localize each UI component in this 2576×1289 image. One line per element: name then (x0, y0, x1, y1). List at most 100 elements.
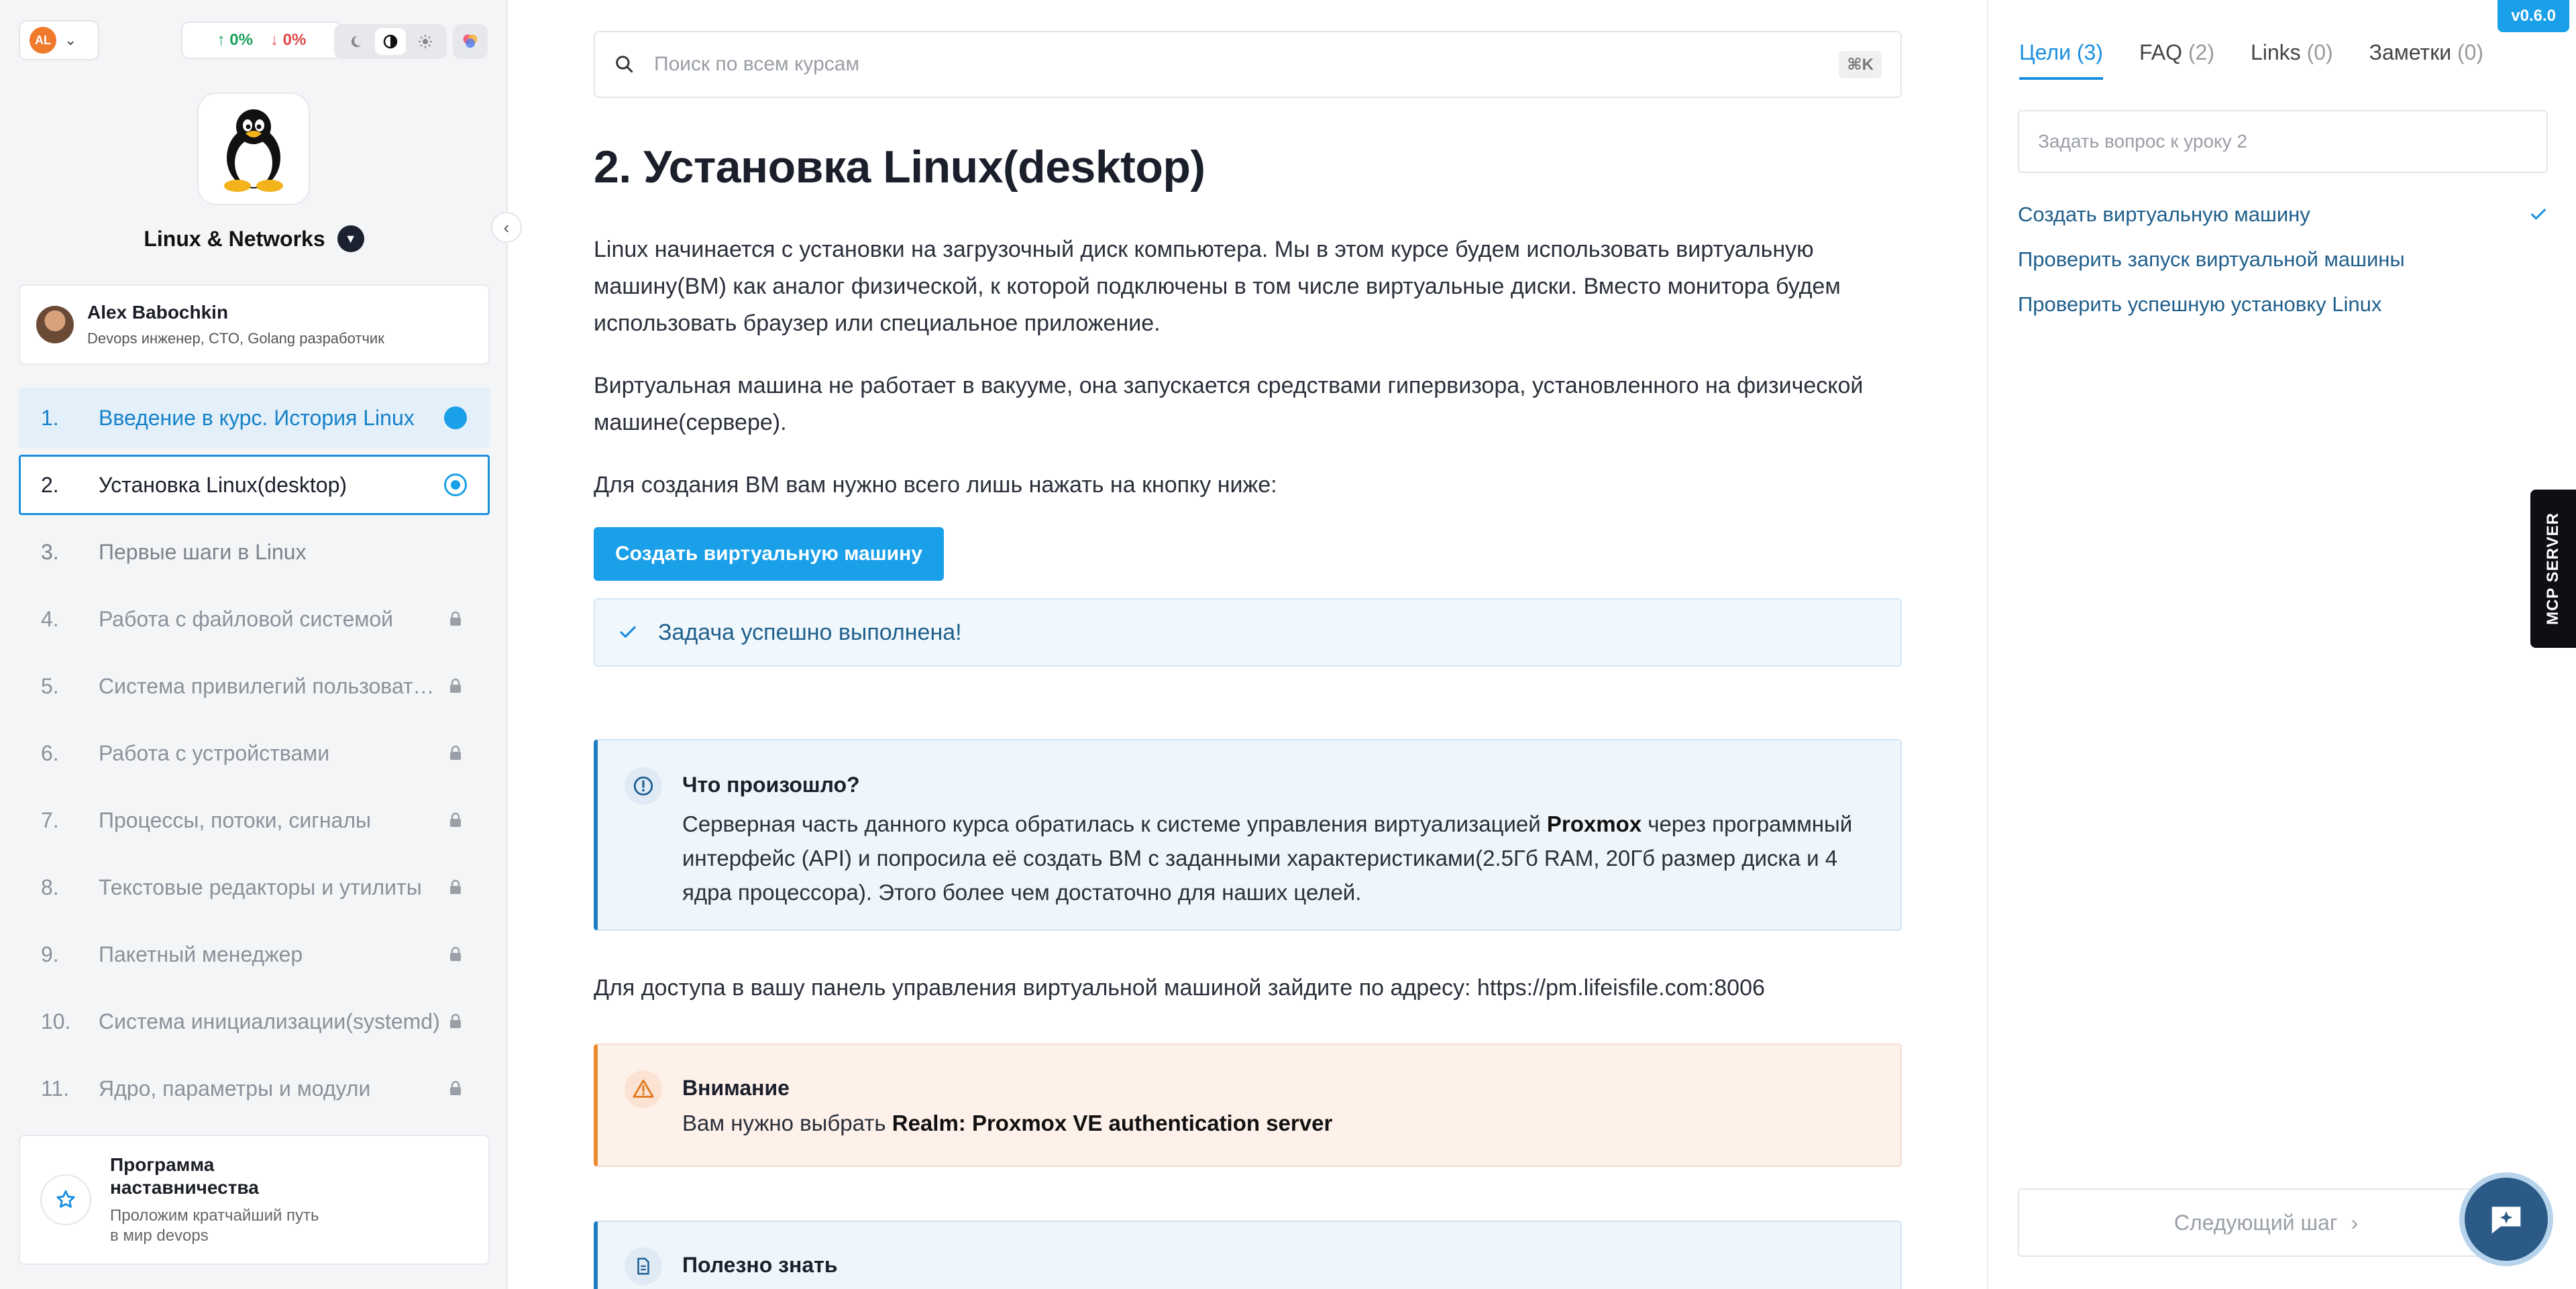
lesson-number: 6. (41, 740, 59, 765)
lesson-title: Система привилегий пользовате… (99, 673, 442, 698)
contrast-icon[interactable] (375, 28, 406, 55)
paragraph-intro: Linux начинается с установки на загрузоч… (594, 237, 1841, 336)
author-card[interactable]: Alex Babochkin Devops инженер, CTO, Gola… (19, 284, 490, 365)
goals-list: Создать виртуальную машину Проверить запу… (2018, 192, 2548, 327)
lesson-side-panel: v0.6.0 Цели (3) FAQ (2) Links (0) Заметки (… (1987, 0, 2576, 1289)
chevron-down-icon[interactable]: ▼ (337, 225, 364, 252)
lesson-number: 10. (41, 1009, 71, 1033)
stat-down: ↓ 0% (270, 31, 307, 49)
mcp-server-label: MCP SERVER (2544, 512, 2563, 625)
warning-body-text: Вам нужно выбрать (682, 1111, 892, 1135)
lesson-number: 8. (41, 875, 59, 899)
paragraph-access-url: Для доступа в вашу панель управления вир… (594, 975, 1765, 1001)
lesson-title: Процессы, потоки, сигналы (99, 807, 371, 832)
warning-callout-title: Внимание (682, 1076, 790, 1100)
goal-item[interactable]: Проверить запуск виртуальной машины (2018, 237, 2548, 282)
tab-цели[interactable]: Цели (3) (2019, 40, 2103, 80)
chat-assistant-button[interactable] (2465, 1178, 2548, 1261)
user-avatar: AL (30, 27, 56, 54)
tab-заметки[interactable]: Заметки (0) (2369, 40, 2483, 80)
info-body-text-1: Серверная часть данного курса обратилась… (682, 811, 1547, 836)
paragraph-hypervisor: Виртуальная машина не работает в вакууме… (594, 373, 1864, 435)
mcp-server-tab[interactable]: MCP SERVER (2530, 490, 2576, 648)
lesson-number: 11. (41, 1076, 70, 1101)
tab-label: Цели (2019, 40, 2071, 64)
search-input[interactable]: Поиск по всем курсам (654, 53, 1820, 76)
sun-icon[interactable] (410, 28, 441, 55)
lesson-item-11: 11. Ядро, параметры и модули (19, 1058, 490, 1119)
stat-up: ↑ 0% (217, 31, 253, 49)
warning-icon (625, 1070, 662, 1108)
star-icon (40, 1174, 91, 1225)
create-vm-button[interactable]: Создать виртуальную машину (594, 527, 944, 581)
lesson-title: Работа с устройствами (99, 740, 330, 765)
lesson-number: 9. (41, 942, 59, 966)
tab-label: Заметки (2369, 40, 2452, 64)
lesson-title: Система инициализации(systemd) (99, 1009, 440, 1033)
current-radio-icon (442, 473, 469, 496)
info-icon (625, 767, 662, 805)
lesson-number: 4. (41, 606, 59, 631)
tab-faq[interactable]: FAQ (2) (2139, 40, 2214, 80)
lock-icon (442, 1013, 469, 1029)
tab-count: (3) (2076, 40, 2103, 64)
mentorship-card[interactable]: Программа наставничества Проложим кратча… (19, 1135, 490, 1265)
lesson-item-6: 6. Работа с устройствами (19, 723, 490, 783)
lesson-item-1[interactable]: 1. Введение в курс. История Linux (19, 388, 490, 448)
lesson-number: 2. (41, 472, 59, 497)
course-title[interactable]: Linux & Networks ▼ (0, 225, 508, 252)
lesson-number: 7. (41, 807, 59, 832)
lock-icon (442, 812, 469, 828)
info-callout-body: Серверная часть данного курса обратилась… (682, 807, 1874, 909)
user-menu-button[interactable]: AL ⌄ (19, 20, 99, 60)
author-role: Devops инженер, CTO, Golang разработчик (87, 330, 384, 347)
success-banner: Задача успешно выполнена! (594, 598, 1902, 667)
tip-callout: Полезно знать (594, 1221, 1902, 1289)
lesson-item-5: 5. Система привилегий пользовате… (19, 656, 490, 716)
info-body-bold: Proxmox (1546, 811, 1642, 836)
lesson-title: Введение в курс. История Linux (99, 405, 415, 430)
side-panel-tabs: Цели (3) FAQ (2) Links (0) Заметки (0) (2019, 40, 2483, 80)
lock-icon (442, 745, 469, 761)
check-icon (620, 626, 636, 638)
info-callout: Что произошло? Серверная часть данного к… (594, 739, 1902, 931)
tab-links[interactable]: Links (0) (2251, 40, 2333, 80)
chevron-right-icon: › (2351, 1210, 2359, 1235)
lesson-title: Первые шаги в Linux (99, 539, 307, 564)
goal-item[interactable]: Создать виртуальную машину (2018, 192, 2548, 237)
ask-question-input[interactable]: Задать вопрос к уроку 2 (2018, 110, 2548, 173)
check-icon (2531, 208, 2546, 219)
tab-label: FAQ (2139, 40, 2182, 64)
palette-icon[interactable] (453, 24, 488, 59)
search-bar[interactable]: Поиск по всем курсам ⌘K (594, 31, 1902, 98)
tab-count: (0) (2306, 40, 2333, 64)
course-logo-tux (197, 93, 310, 205)
warning-callout-body: Вам нужно выбрать Realm: Proxmox VE auth… (682, 1106, 1332, 1140)
warning-callout: Внимание Вам нужно выбрать Realm: Proxmo… (594, 1044, 1902, 1167)
lock-icon (442, 946, 469, 962)
success-text: Задача успешно выполнена! (658, 619, 962, 645)
author-name: Alex Babochkin (87, 302, 229, 323)
lesson-list: 1. Введение в курс. История Linux 2. Устано… (19, 388, 490, 1125)
lesson-title: 2. Установка Linux(desktop) (594, 142, 1205, 192)
moon-icon[interactable] (340, 28, 371, 55)
lesson-number: 5. (41, 673, 59, 698)
search-shortcut: ⌘K (1839, 50, 1882, 78)
lesson-title: Установка Linux(desktop) (99, 472, 347, 497)
author-avatar (36, 306, 74, 343)
lesson-title: Работа с файловой системой (99, 606, 394, 631)
chevron-down-icon: ⌄ (64, 32, 77, 48)
goal-text: Проверить успешную установку Linux (2018, 292, 2382, 316)
tab-count: (0) (2457, 40, 2484, 64)
progress-stats: ↑ 0% ↓ 0% (181, 21, 342, 59)
collapse-sidebar-button[interactable]: ‹ (491, 212, 522, 243)
lock-icon (442, 611, 469, 627)
tip-callout-title: Полезно знать (682, 1253, 838, 1277)
goal-text: Создать виртуальную машину (2018, 202, 2310, 226)
next-step-button[interactable]: Следующий шаг › (2018, 1188, 2514, 1257)
lesson-item-3[interactable]: 3. Первые шаги в Linux (19, 522, 490, 582)
completed-dot-icon (442, 406, 469, 429)
lesson-item-8: 8. Текстовые редакторы и утилиты (19, 857, 490, 917)
lesson-item-2[interactable]: 2. Установка Linux(desktop) (19, 455, 490, 515)
goal-item[interactable]: Проверить успешную установку Linux (2018, 282, 2548, 327)
